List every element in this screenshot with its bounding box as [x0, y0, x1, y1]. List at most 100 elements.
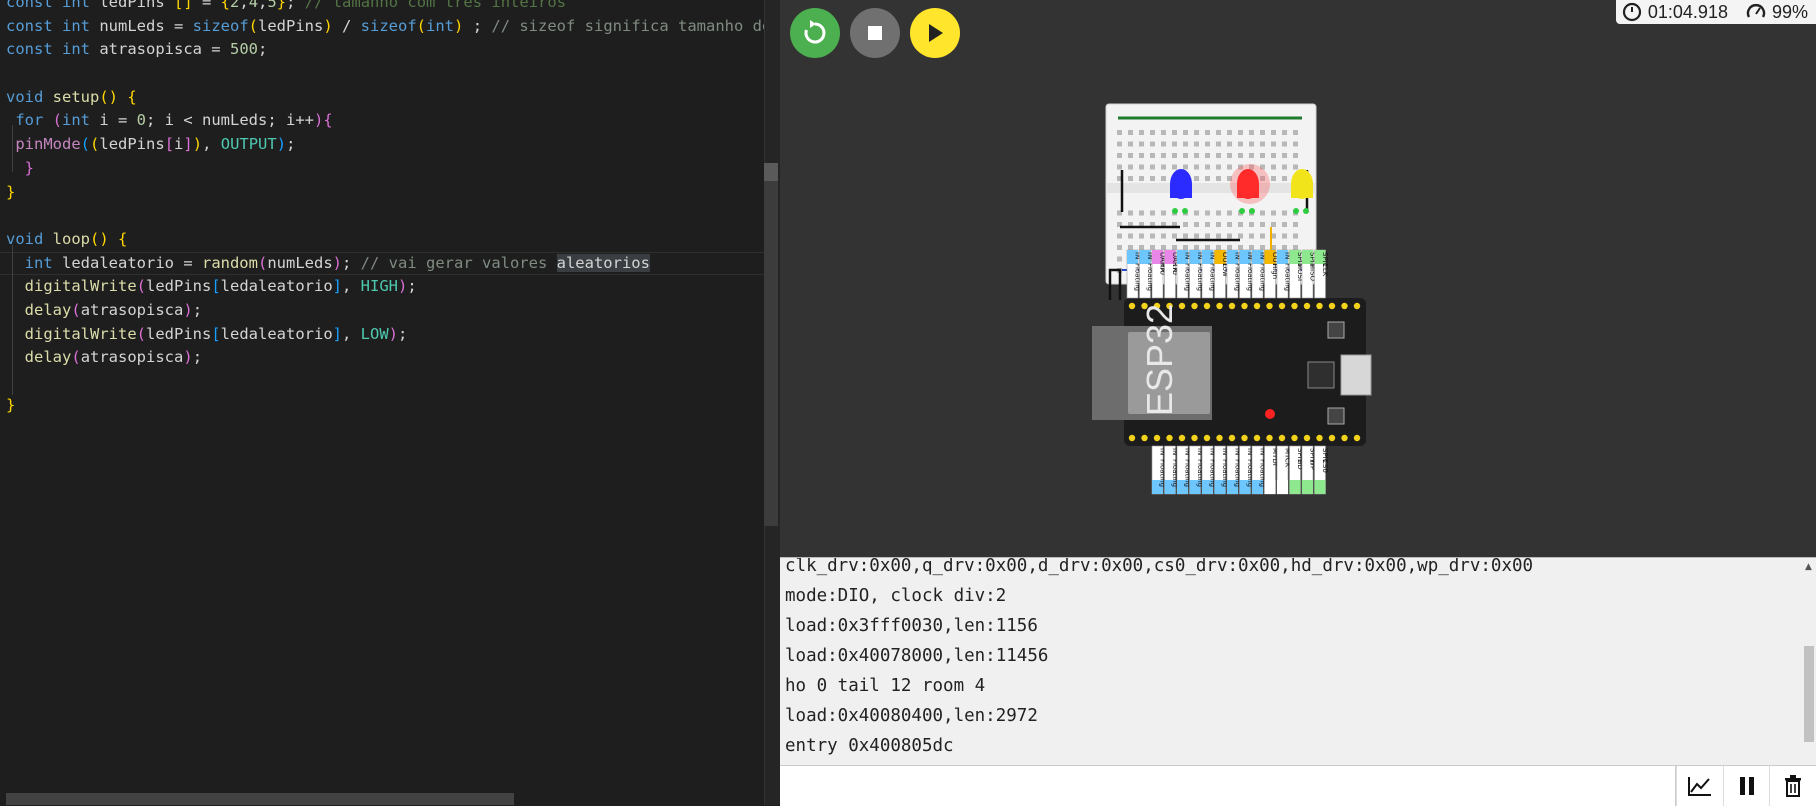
code-token: 5 [267, 0, 277, 11]
code-token: / [342, 16, 361, 35]
header-pin[interactable] [1316, 302, 1323, 310]
code-line[interactable]: int ledaleatorio = random(numLeds); // v… [0, 251, 764, 276]
header-pin[interactable] [1253, 302, 1261, 310]
code-line[interactable]: const int atrasopisca = 500; [0, 38, 764, 62]
header-pin[interactable] [1291, 434, 1298, 442]
header-pin[interactable] [1166, 434, 1173, 442]
clear-button[interactable] [1769, 766, 1816, 806]
code-line[interactable]: digitalWrite(ledPins[ledaleatorio], HIGH… [0, 275, 764, 299]
code-line[interactable]: } [0, 394, 764, 418]
header-pin[interactable] [1203, 434, 1211, 442]
code-line[interactable]: delay(atrasopisca); [0, 299, 764, 323]
editor-horizontal-scrollbar[interactable] [6, 793, 514, 805]
code-token: // tamanho com tres inteiros [304, 0, 567, 11]
code-token: int [426, 16, 455, 35]
code-token: delay [24, 300, 72, 319]
code-line[interactable] [0, 62, 764, 86]
code-token: ledPins [146, 277, 212, 296]
code-token: ledaleatorio [220, 277, 333, 296]
code-editor[interactable]: const int ledPins [] = {2,4,5}; // taman… [0, 0, 764, 805]
header-pin[interactable] [1316, 434, 1323, 442]
header-pin[interactable] [1278, 434, 1286, 442]
header-pin[interactable] [1291, 302, 1298, 310]
code-line[interactable] [0, 204, 764, 228]
code-line[interactable]: pinMode((ledPins[i]), OUTPUT); [0, 133, 764, 157]
code-token: } [276, 0, 287, 11]
serial-scroll-thumb[interactable] [1804, 646, 1814, 742]
editor-scroll-thumb[interactable] [764, 163, 778, 181]
code-token: 2 [230, 0, 240, 11]
header-pin[interactable] [1278, 302, 1286, 310]
header-pin[interactable] [1303, 302, 1311, 310]
code-token: ledPins [99, 0, 174, 11]
code-token: ; [286, 0, 305, 11]
code-token: atrasopisca [80, 300, 184, 319]
header-pin[interactable] [1328, 434, 1336, 442]
header-pin[interactable] [1341, 434, 1348, 442]
code-token: const [6, 16, 62, 35]
code-token: 0 [136, 111, 147, 130]
plotter-button[interactable] [1676, 766, 1723, 806]
header-pin[interactable] [1216, 434, 1223, 442]
code-token: , [239, 0, 249, 11]
indent-guide [12, 245, 13, 395]
code-token: i = [99, 111, 137, 130]
code-line[interactable]: void setup() { [0, 86, 764, 110]
header-pin[interactable] [1328, 302, 1336, 310]
code-line[interactable]: const int numLeds = sizeof(ledPins) / si… [0, 15, 764, 39]
scroll-up-icon[interactable]: ▲ [1805, 562, 1812, 572]
header-pin[interactable] [1128, 434, 1136, 442]
code-token: int [24, 253, 62, 272]
header-pin[interactable] [1303, 434, 1311, 442]
code-token: ; [342, 253, 361, 272]
esp32-board[interactable] [1092, 298, 1372, 446]
header-pin[interactable] [1141, 434, 1148, 442]
header-pin[interactable] [1253, 434, 1261, 442]
serial-scrollbar[interactable]: ▲ [1802, 558, 1816, 766]
code-token: ; [398, 324, 408, 343]
header-pin[interactable] [1228, 434, 1236, 442]
header-pin[interactable] [1266, 434, 1273, 442]
code-line[interactable]: } [0, 157, 764, 181]
header-pin[interactable] [1153, 434, 1161, 442]
code-token: ledPins [258, 16, 324, 35]
header-pin[interactable] [1353, 302, 1361, 310]
serial-input[interactable] [780, 766, 1688, 804]
header-pin[interactable] [1191, 302, 1198, 310]
code-line[interactable]: for (int i = 0; i < numLeds; i++){ [0, 109, 764, 133]
code-lines[interactable]: const int ledPins [] = {2,4,5}; // taman… [0, 0, 764, 417]
code-token: ; [286, 135, 296, 154]
header-pin[interactable] [1128, 302, 1136, 310]
code-line[interactable] [0, 370, 764, 394]
chip-label: ESP32 [1139, 304, 1180, 416]
code-line[interactable]: delay(atrasopisca); [0, 346, 764, 370]
serial-monitor[interactable]: clk_drv:0x00,q_drv:0x00,d_drv:0x00,cs0_d… [780, 557, 1816, 766]
code-line[interactable]: const int ledPins [] = {2,4,5}; // taman… [0, 0, 764, 15]
simulation-canvas[interactable]: 01:04.918 99% ESP32 IN Floating IN Float… [780, 0, 1816, 557]
code-token: } [6, 395, 16, 414]
code-line[interactable]: void loop() { [0, 228, 764, 252]
header-pin[interactable] [1178, 434, 1186, 442]
header-pin[interactable] [1203, 302, 1211, 310]
code-token: ; [192, 348, 203, 367]
header-pin[interactable] [1266, 302, 1273, 310]
code-line[interactable]: } [0, 181, 764, 205]
code-token: numLeds [267, 253, 333, 272]
code-token: atrasopisca = [99, 40, 230, 59]
code-line[interactable]: digitalWrite(ledPins[ledaleatorio], LOW)… [0, 323, 764, 347]
code-token: ) [192, 135, 203, 154]
header-pin[interactable] [1191, 434, 1198, 442]
pause-button[interactable] [1722, 766, 1770, 806]
header-pin[interactable] [1241, 302, 1248, 310]
header-pin[interactable] [1228, 302, 1236, 310]
code-token: } [24, 158, 35, 177]
header-pin[interactable] [1341, 302, 1348, 310]
header-pin[interactable] [1353, 434, 1361, 442]
editor-scroll-track[interactable] [764, 181, 778, 526]
code-token: 500 [229, 40, 258, 59]
header-pin[interactable] [1216, 302, 1223, 310]
header-pin[interactable] [1241, 434, 1248, 442]
